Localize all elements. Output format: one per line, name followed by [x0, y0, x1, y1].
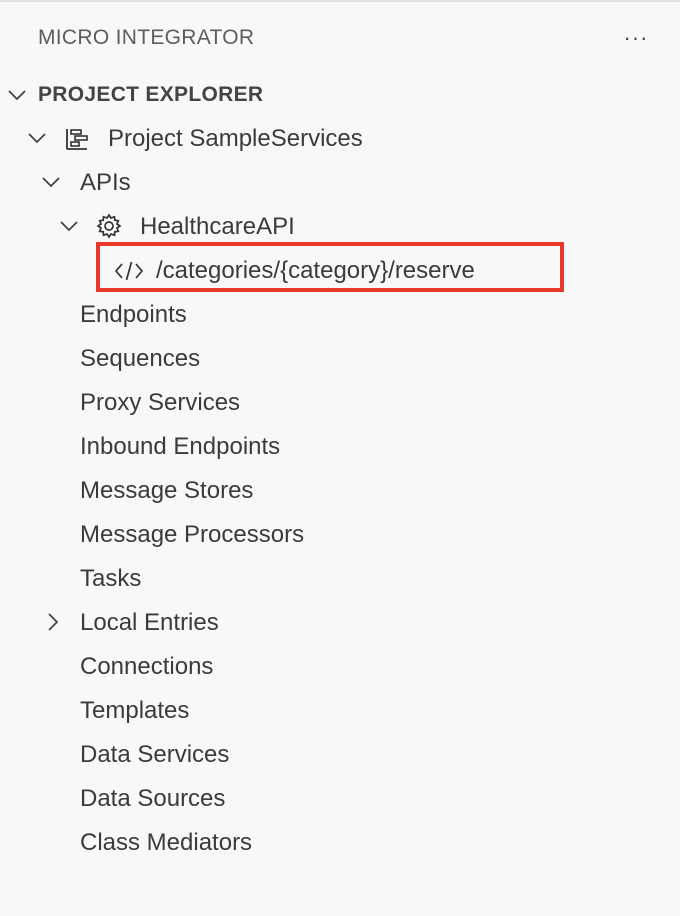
tree-item-message-processors[interactable]: Message Processors [0, 515, 680, 553]
tree-item-label: Project SampleServices [108, 125, 363, 152]
tree-item-local-entries[interactable]: Local Entries [0, 603, 680, 641]
tree-item-label: Endpoints [80, 301, 187, 328]
chevron-down-icon [58, 215, 80, 237]
tree-item-label: /categories/{category}/reserve [156, 257, 475, 284]
gear-icon [96, 213, 122, 239]
chevron-down-icon [40, 171, 62, 193]
project-icon [64, 126, 90, 152]
chevron-right-icon [42, 611, 64, 633]
tree-item-label: Inbound Endpoints [80, 433, 281, 460]
tree-item-label: Templates [80, 697, 190, 724]
tree-item-label: Data Sources [80, 785, 226, 812]
tree-item-data-services[interactable]: Data Services [0, 735, 680, 773]
tree-item-templates[interactable]: Templates [0, 691, 680, 729]
code-icon [114, 258, 144, 284]
tree-item-label: HealthcareAPI [140, 213, 295, 240]
tree-item-label: APIs [80, 169, 131, 196]
tree-item-proxy-services[interactable]: Proxy Services [0, 383, 680, 421]
tree-item-project[interactable]: Project SampleServices [0, 119, 680, 157]
tree-item-resource[interactable]: /categories/{category}/reserve [0, 251, 680, 289]
tree-item-message-stores[interactable]: Message Stores [0, 471, 680, 509]
tree-item-label: Local Entries [80, 609, 219, 636]
tree-item-label: Connections [80, 653, 214, 680]
tree-item-label: Proxy Services [80, 389, 241, 416]
tree-item-label: Sequences [80, 345, 201, 372]
tree-item-inbound-endpoints[interactable]: Inbound Endpoints [0, 427, 680, 465]
tree-item-label: Message Processors [80, 521, 305, 548]
tree-item-apis[interactable]: APIs [0, 163, 680, 201]
tree-item-label: Message Stores [80, 477, 254, 504]
tree-item-tasks[interactable]: Tasks [0, 559, 680, 597]
tree-item-label: Class Mediators [80, 829, 253, 856]
tree-item-class-mediators[interactable]: Class Mediators [0, 823, 680, 861]
more-actions-icon[interactable]: ··· [618, 24, 654, 52]
tree-item-healthcare-api[interactable]: HealthcareAPI [0, 207, 680, 245]
chevron-down-icon [6, 84, 28, 106]
tree-item-connections[interactable]: Connections [0, 647, 680, 685]
panel-title: MICRO INTEGRATOR [38, 26, 255, 49]
tree-item-endpoints[interactable]: Endpoints [0, 295, 680, 333]
section-header-project-explorer[interactable]: PROJECT EXPLORER [0, 78, 680, 112]
chevron-down-icon [26, 127, 48, 149]
section-title: PROJECT EXPLORER [38, 83, 264, 106]
tree-item-label: Tasks [80, 565, 142, 592]
tree-item-label: Data Services [80, 741, 230, 768]
tree-item-data-sources[interactable]: Data Sources [0, 779, 680, 817]
tree-item-sequences[interactable]: Sequences [0, 339, 680, 377]
panel-top-border [0, 0, 680, 2]
